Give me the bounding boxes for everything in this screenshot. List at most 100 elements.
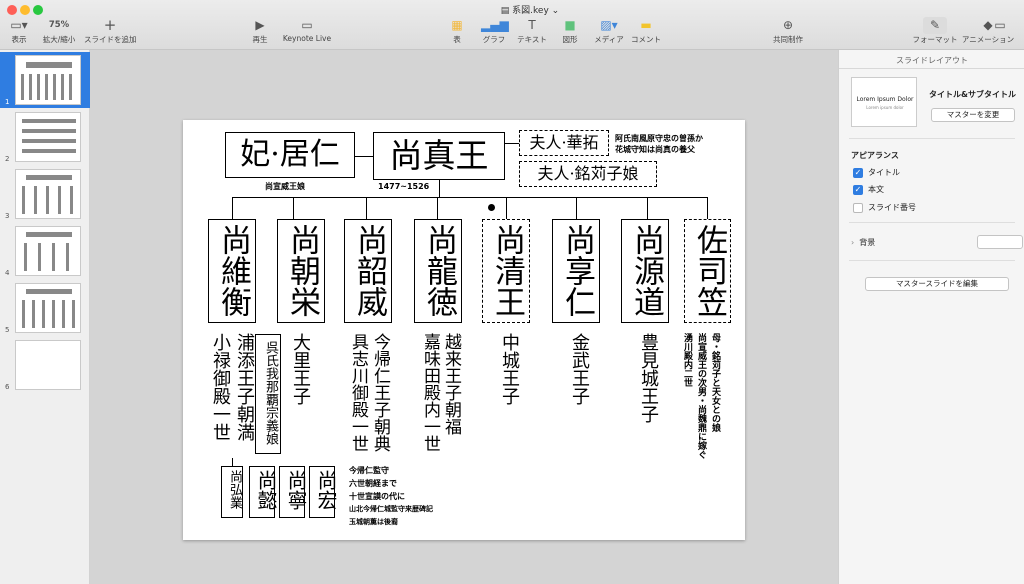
document-icon: ▤ — [500, 6, 513, 16]
play-icon: ▶ — [255, 18, 265, 32]
media-button[interactable]: ▨▾ メディア — [592, 17, 626, 45]
child-note: 小禄御殿一世 — [210, 333, 231, 441]
child-note: 越来王子朝福 — [441, 333, 461, 435]
child-drop — [576, 197, 577, 219]
title-checkbox[interactable]: ✓ — [853, 167, 863, 178]
slide-thumbnail-image — [15, 340, 81, 390]
slide-thumbnail-image — [15, 112, 81, 162]
appearance-heading: アピアランス — [851, 151, 899, 160]
divider — [839, 68, 1024, 69]
child-box-5[interactable]: 尚清王 — [482, 219, 530, 323]
slide[interactable]: 妃·居仁 尚宣威王娘 尚真王 1477~1526 夫人·華拓 阿氏南風原守忠の曽… — [183, 120, 745, 540]
child-drop — [437, 197, 438, 219]
play-button[interactable]: ▶ 再生 — [248, 17, 272, 45]
view-icon: ▭▾ — [10, 18, 28, 32]
slide-thumbnail[interactable]: 5 — [0, 280, 90, 336]
edit-master-slide-button[interactable]: マスタースライドを編集 — [865, 277, 1009, 291]
child-box-3[interactable]: 尚韶威 — [344, 219, 392, 323]
format-button[interactable]: ✎ フォーマット — [910, 17, 960, 45]
child-drop — [707, 197, 708, 219]
document-panel-icon: ▭ — [994, 18, 1006, 32]
change-master-button[interactable]: マスターを変更 — [931, 108, 1015, 122]
view-button[interactable]: ▭▾ 表示 — [4, 17, 34, 45]
collaborate-button[interactable]: ⊕ 共同制作 — [770, 17, 806, 45]
child-box-7[interactable]: 尚源道 — [621, 219, 669, 323]
child-drop — [506, 197, 507, 219]
nakijin-note-1: 今帰仁監守 — [349, 466, 389, 475]
zoom-value: 75% — [48, 20, 70, 30]
nakijin-note-4: 山北今帰仁城監守来歴碑記 — [349, 505, 433, 513]
slide-thumbnail[interactable]: 3 — [0, 166, 90, 222]
slide-thumbnail[interactable]: 1 — [0, 52, 90, 108]
nakijin-note-2: 六世朝経まで — [349, 479, 397, 488]
child-note: 尚宣威王の次男・尚魏鼎に嫁ぐ — [696, 333, 706, 459]
toolbar: ▤ 系図.key ⌄ ▭▾ 表示 75% 拡大/縮小 + スライドを追加 ▶ 再… — [0, 0, 1024, 50]
grandson-box-3[interactable]: 尚寧 — [279, 466, 308, 518]
slide-thumbnail-image — [15, 226, 81, 276]
shape-icon: ■ — [564, 18, 576, 32]
child-box-1[interactable]: 尚維衡 — [208, 219, 256, 323]
marriage-line — [355, 156, 373, 157]
slide-canvas: 妃·居仁 尚宣威王娘 尚真王 1477~1526 夫人·華拓 阿氏南風原守忠の曽… — [90, 50, 838, 584]
comment-button[interactable]: ▬ コメント — [630, 17, 662, 45]
heir-marker-dot — [488, 204, 495, 211]
media-icon: ▨▾ — [600, 18, 618, 32]
title-checkbox-row[interactable]: ✓ タイトル — [853, 167, 900, 178]
consort-line — [505, 143, 519, 144]
slide-thumbnail[interactable]: 6 — [0, 337, 90, 393]
keynote-live-icon: ▭ — [301, 18, 313, 32]
zoom-button[interactable]: 75% 拡大/縮小 — [40, 17, 78, 45]
child-drop — [232, 197, 233, 219]
slide-thumbnail[interactable]: 2 — [0, 109, 90, 165]
child-drop — [647, 197, 648, 219]
child-box-4[interactable]: 尚龍徳 — [414, 219, 462, 323]
background-row[interactable]: › 背景 — [851, 237, 875, 248]
chart-button[interactable]: ▂▄▆ グラフ — [481, 17, 509, 45]
wife-box[interactable]: 妃·居仁 — [225, 132, 355, 178]
nakijin-note-5: 玉城朝薫は後裔 — [349, 518, 398, 526]
slide-thumbnail-image — [15, 169, 81, 219]
consort1-note-2: 花城守知は尚真の養父 — [615, 145, 695, 154]
layout-thumbnail[interactable]: Lorem Ipsum Dolor Lorem ipsum dolor — [851, 77, 917, 127]
king-box[interactable]: 尚真王 — [373, 132, 505, 180]
text-button[interactable]: T テキスト — [515, 17, 549, 45]
child-note: 中城王子 — [499, 333, 520, 405]
slide-number-checkbox-row[interactable]: スライド番号 — [853, 202, 916, 213]
consort1-box[interactable]: 夫人·華拓 — [519, 130, 609, 156]
background-color-well[interactable] — [977, 235, 1023, 249]
keynote-live-button[interactable]: ▭ Keynote Live — [280, 17, 334, 43]
slide-thumbnail-image — [15, 283, 81, 333]
document-button[interactable]: ▭ 書類 — [990, 17, 1010, 45]
slide-thumbnail-image — [15, 55, 81, 105]
nakijin-note-3: 十世宣謨の代に — [349, 492, 405, 501]
body-checkbox-row[interactable]: ✓ 本文 — [853, 184, 884, 195]
body-checkbox[interactable]: ✓ — [853, 184, 863, 195]
consort2-box[interactable]: 夫人·銘苅子娘 — [519, 161, 657, 187]
minimize-window-button[interactable] — [20, 5, 30, 15]
table-button[interactable]: ▦ 表 — [447, 17, 467, 45]
divider — [849, 260, 1015, 261]
close-window-button[interactable] — [7, 5, 17, 15]
slide-number-checkbox[interactable] — [853, 202, 863, 213]
child-box-2[interactable]: 尚朝栄 — [277, 219, 325, 323]
grandson-box-4[interactable]: 尚宏 — [309, 466, 338, 518]
child-note: 金武王子 — [569, 333, 590, 405]
inspector-panel: スライドレイアウト Lorem Ipsum Dolor Lorem ipsum … — [838, 50, 1024, 584]
table-icon: ▦ — [451, 18, 463, 32]
child-box-8[interactable]: 佐司笠 — [684, 219, 731, 323]
grandson-box-1[interactable]: 尚弘業 — [221, 466, 243, 518]
comment-icon: ▬ — [640, 18, 652, 32]
consort1-note-1: 阿氏南風原守忠の曽孫か — [615, 134, 703, 143]
chart-icon: ▂▄▆ — [481, 18, 509, 32]
child-note: 豊見城王子 — [638, 333, 659, 423]
child-box-6[interactable]: 尚享仁 — [552, 219, 600, 323]
text-icon: T — [528, 18, 536, 32]
zoom-window-button[interactable] — [33, 5, 43, 15]
king-years: 1477~1526 — [378, 182, 430, 191]
child-note: 湧川殿内二世 — [682, 333, 692, 387]
add-slide-button[interactable]: + スライドを追加 — [84, 17, 137, 45]
shape-button[interactable]: ■ 図形 — [558, 17, 582, 45]
slide-thumbnail[interactable]: 4 — [0, 223, 90, 279]
grandson-box-2[interactable]: 尚懿 — [249, 466, 278, 518]
children-bar — [232, 197, 707, 198]
